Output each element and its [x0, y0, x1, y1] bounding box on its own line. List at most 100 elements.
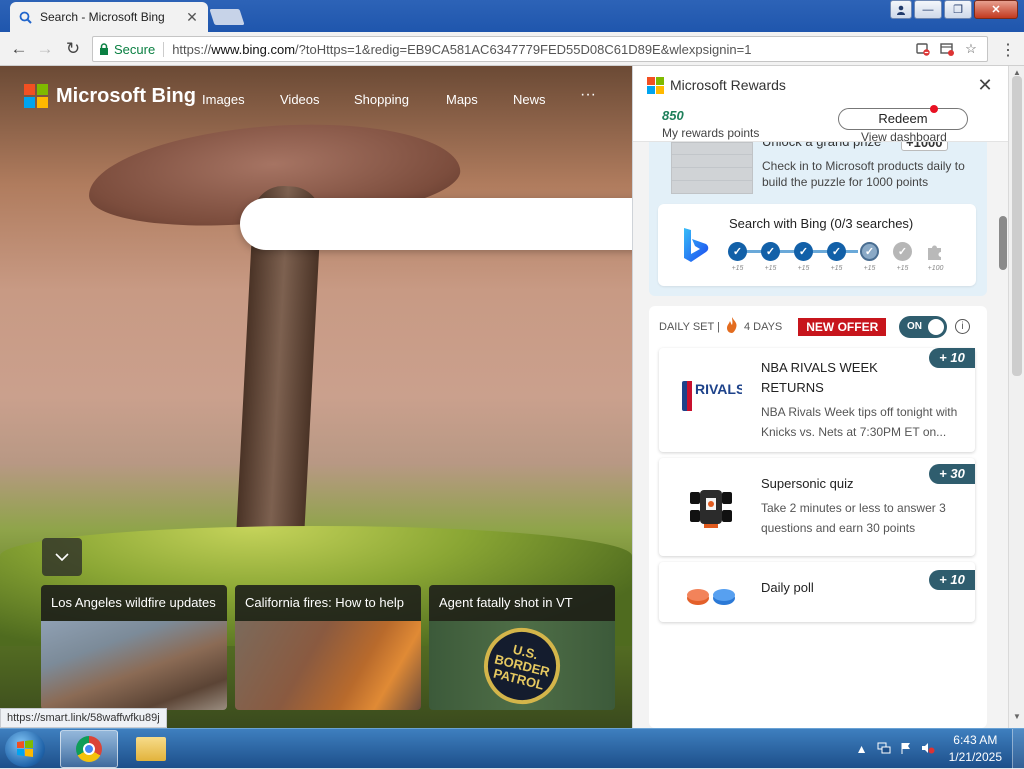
offer-card-poll[interactable]: Daily poll + 10	[659, 562, 975, 622]
secure-indicator[interactable]: Secure	[99, 41, 165, 57]
daily-set-toggle[interactable]: ON	[899, 316, 947, 338]
address-bar[interactable]: Secure https://www.bing.com/?toHttps=1&r…	[92, 36, 988, 62]
nav-videos-link[interactable]: Videos	[280, 92, 320, 107]
nav-news-link[interactable]: News	[513, 92, 546, 107]
chrome-icon	[76, 736, 102, 762]
minimize-button[interactable]: —	[914, 0, 942, 19]
streak-days: 4 DAYS	[743, 320, 783, 333]
offer-title: NBA RIVALS WEEK RETURNS	[761, 360, 878, 395]
action-center-flag-icon[interactable]	[895, 742, 917, 757]
windows-logo-icon	[17, 740, 33, 757]
search-with-bing-card[interactable]: Search with Bing (0/3 searches) ✓ +15 ✓ +1…	[658, 204, 976, 286]
reload-button[interactable]: ↻	[62, 38, 84, 60]
show-hidden-icons[interactable]: ▲	[851, 742, 873, 756]
offer-points-badge: + 10	[929, 348, 975, 368]
new-tab-button[interactable]	[209, 9, 245, 25]
url-path: /?toHttps=1&redig=EB9CA581AC6347779FED55…	[295, 41, 752, 57]
profile-icon[interactable]	[890, 0, 912, 19]
new-offer-badge: NEW OFFER	[798, 317, 887, 336]
back-button[interactable]: ←	[8, 38, 30, 60]
tab-bing-search[interactable]: Search - Microsoft Bing ✕	[10, 2, 208, 32]
search-input[interactable]	[240, 198, 632, 250]
browser-menu-icon[interactable]: ⋮	[1000, 40, 1016, 60]
start-button[interactable]	[5, 731, 45, 767]
tab-title: Search - Microsoft Bing	[40, 10, 165, 24]
progress-step: ✓ +15	[827, 242, 846, 272]
nba-logo-text: RIVALS WEEK	[695, 381, 742, 397]
daily-set-panel: DAILY SET | 4 DAYS NEW OFFER ON i RIVALS…	[649, 306, 987, 728]
microsoft-logo-icon	[647, 76, 664, 94]
secure-label: Secure	[114, 41, 156, 57]
news-card[interactable]: Los Angeles wildfire updates	[41, 585, 227, 710]
nav-news[interactable]: News	[513, 92, 546, 107]
nba-rivals-logo: RIVALS WEEK	[679, 370, 743, 424]
windows-taskbar: ▲ 6:43 AM 1/21/2025	[0, 728, 1024, 769]
notification-dot	[930, 105, 938, 113]
search-card-title: Search with Bing (0/3 searches)	[729, 216, 914, 231]
points-label: My rewards points	[662, 126, 760, 140]
folder-icon	[136, 737, 166, 761]
nav-shopping[interactable]: Shopping	[354, 92, 409, 107]
offer-card-nba[interactable]: RIVALS WEEK NBA RIVALS WEEK RETURNS NBA …	[659, 348, 975, 452]
toggle-knob	[928, 319, 944, 335]
nav-more[interactable]: ···	[580, 86, 596, 104]
news-image: U.S. BORDER PATROL	[429, 619, 615, 710]
offer-card-quiz[interactable]: Supersonic quiz Take 2 minutes or less t…	[659, 458, 975, 556]
progress-step: ✓ +15	[893, 242, 912, 272]
taskbar-chrome[interactable]	[60, 730, 118, 768]
volume-muted-icon[interactable]	[917, 742, 939, 757]
bing-logo[interactable]: Microsoft Bing	[24, 84, 196, 108]
nav-maps[interactable]: Maps	[446, 92, 478, 107]
popup-blocked-icon[interactable]	[937, 39, 957, 59]
offer-description: NBA Rivals Week tips off tonight with Kn…	[761, 405, 958, 439]
browser-tab-strip: Search - Microsoft Bing ✕ — ❐ ✕	[0, 0, 1024, 32]
redeem-button[interactable]: Redeem	[838, 108, 968, 130]
info-icon[interactable]: i	[955, 319, 970, 334]
view-dashboard-link[interactable]: View dashboard	[861, 130, 947, 144]
news-card[interactable]: Agent fatally shot in VT U.S. BORDER PAT…	[429, 585, 615, 710]
border-patrol-patch: U.S. BORDER PATROL	[475, 619, 569, 710]
scrollbar-thumb[interactable]	[1012, 76, 1022, 376]
chevron-down-icon[interactable]	[42, 538, 82, 576]
more-icon[interactable]: ···	[580, 86, 596, 104]
page-scrollbar[interactable]: ▲ ▼	[1008, 66, 1024, 728]
network-icon[interactable]	[873, 742, 895, 757]
scroll-down-icon[interactable]: ▼	[1011, 712, 1023, 724]
news-image	[235, 621, 421, 710]
taskbar-clock[interactable]: 6:43 AM 1/21/2025	[939, 732, 1012, 766]
maximize-button[interactable]: ❐	[944, 0, 972, 19]
puzzle-piece-icon	[926, 242, 945, 261]
step-points: +100	[927, 265, 944, 272]
daily-set-label: DAILY SET |	[659, 320, 720, 333]
daily-set-bar: DAILY SET | 4 DAYS NEW OFFER	[659, 317, 887, 336]
bookmark-star-icon[interactable]: ☆	[961, 39, 981, 59]
close-window-button[interactable]: ✕	[974, 0, 1018, 19]
news-card[interactable]: California fires: How to help	[235, 585, 421, 710]
puzzle-promo[interactable]: Unlock a grand prize +1000 Check in to M…	[655, 134, 981, 198]
flyout-scrollbar-thumb[interactable]	[999, 216, 1007, 270]
taskbar-explorer[interactable]	[122, 730, 180, 768]
bing-logo-text: Microsoft Bing	[56, 84, 196, 107]
progress-step: ✓ +15	[794, 242, 813, 272]
nav-shopping-link[interactable]: Shopping	[354, 92, 409, 107]
progress-step: +100	[926, 242, 945, 272]
rewards-flyout: Unlock a grand prize +1000 Check in to M…	[632, 66, 1008, 728]
bing-homepage: Microsoft Bing Images Videos Shopping Ma…	[0, 66, 632, 728]
search-icon	[18, 10, 32, 24]
points-value: 850	[662, 108, 684, 123]
tab-close-icon[interactable]: ✕	[184, 9, 200, 25]
nav-images-link[interactable]: Images	[202, 92, 245, 107]
progress-step: ✓ +15	[761, 242, 780, 272]
url-text[interactable]: https://www.bing.com/?toHttps=1&redig=EB…	[172, 42, 909, 57]
close-icon[interactable]: ✕	[975, 75, 995, 96]
step-points: +15	[896, 265, 909, 272]
nav-maps-link[interactable]: Maps	[446, 92, 478, 107]
blocked-icon[interactable]	[913, 39, 933, 59]
forward-button[interactable]: →	[34, 38, 56, 60]
nav-videos[interactable]: Videos	[280, 92, 320, 107]
news-carousel: Los Angeles wildfire updates California …	[41, 585, 615, 710]
page-viewport: Microsoft Bing Images Videos Shopping Ma…	[0, 66, 1008, 728]
nav-images[interactable]: Images	[202, 92, 245, 107]
show-desktop-button[interactable]	[1012, 729, 1024, 769]
rewards-title: Microsoft Rewards	[670, 77, 786, 93]
